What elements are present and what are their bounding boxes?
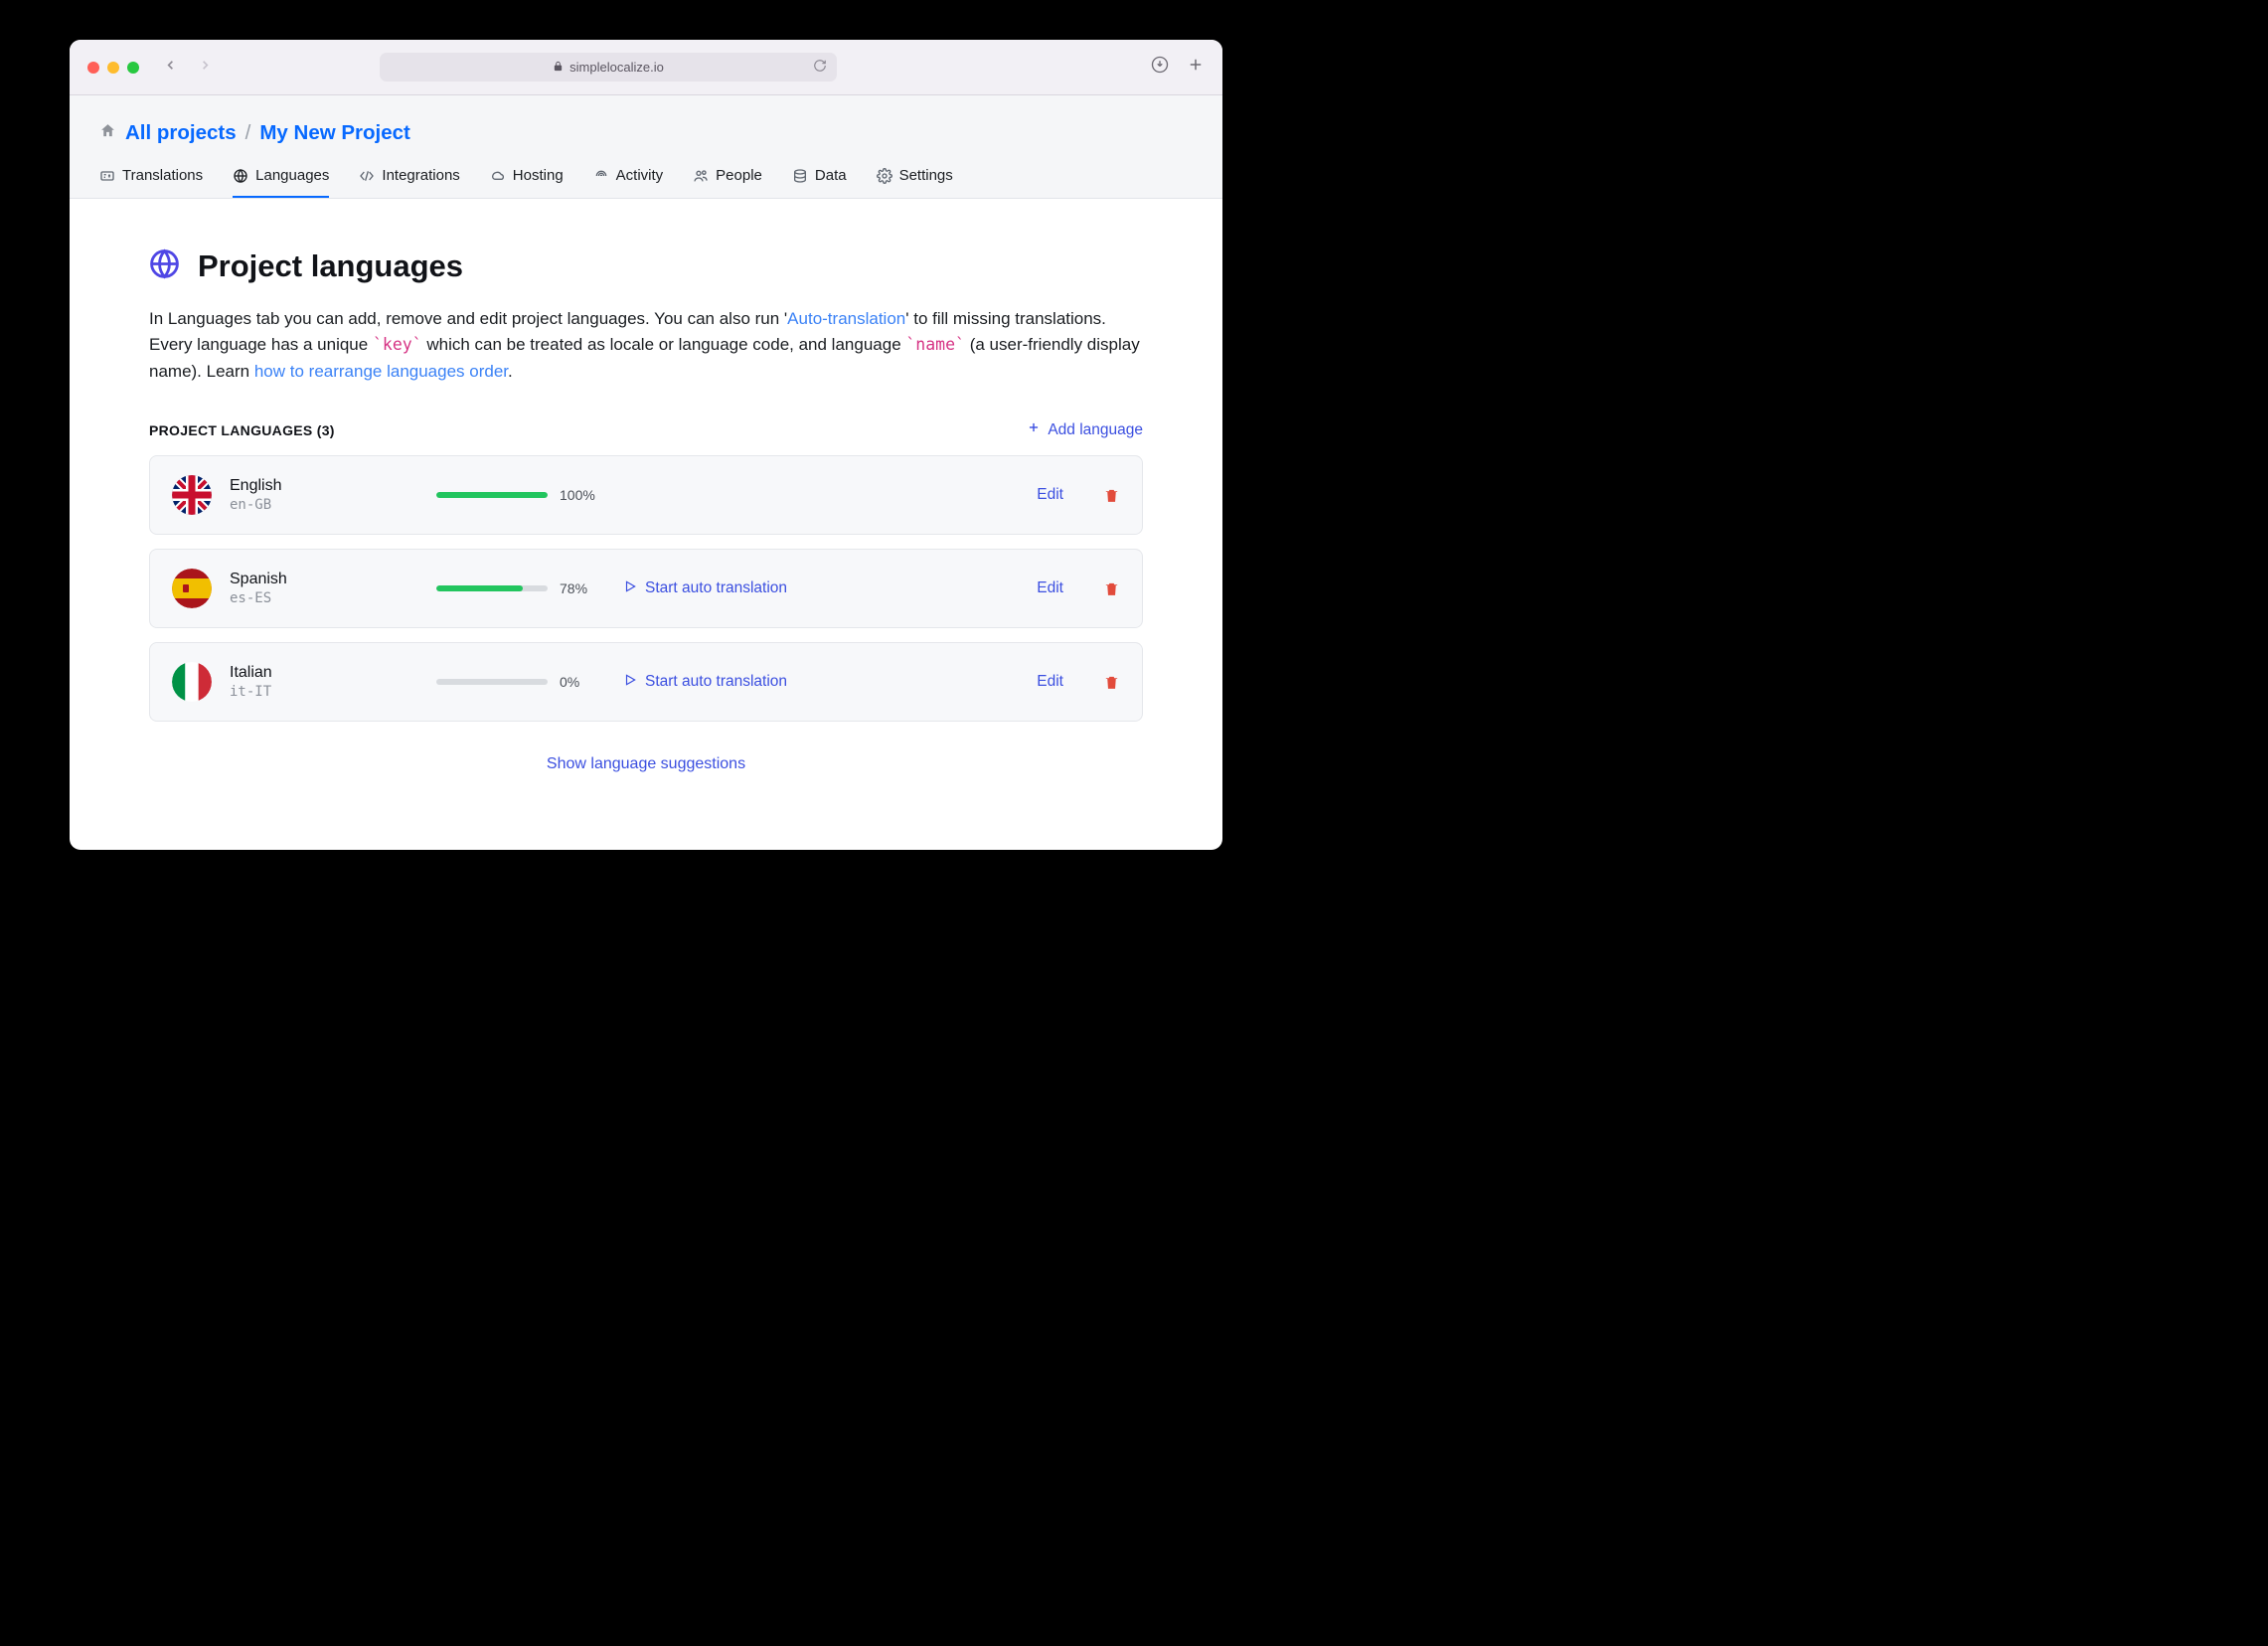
app-header: All projects / My New Project Translatio… xyxy=(70,95,1222,199)
tab-languages[interactable]: Languages xyxy=(233,167,329,198)
start-auto-translation-button[interactable]: Start auto translation xyxy=(623,673,787,692)
plus-icon xyxy=(1027,420,1041,439)
progress-bar xyxy=(436,679,548,685)
tab-label: Data xyxy=(815,167,847,184)
maximize-window-button[interactable] xyxy=(127,62,139,74)
play-icon xyxy=(623,673,637,692)
people-icon xyxy=(693,168,709,184)
tab-label: Translations xyxy=(122,167,203,184)
languages-icon xyxy=(233,168,248,184)
edit-button[interactable]: Edit xyxy=(1037,579,1063,597)
breadcrumb-all-projects[interactable]: All projects xyxy=(125,121,237,145)
globe-icon xyxy=(149,248,180,284)
progress-bar xyxy=(436,585,548,591)
edit-button[interactable]: Edit xyxy=(1037,673,1063,691)
show-suggestions-link[interactable]: Show language suggestions xyxy=(547,755,745,772)
translations-icon xyxy=(99,168,115,184)
close-window-button[interactable] xyxy=(87,62,99,74)
tab-integrations[interactable]: Integrations xyxy=(359,167,459,198)
progress-percent: 0% xyxy=(560,674,579,690)
language-key: es-ES xyxy=(230,590,418,606)
delete-button[interactable] xyxy=(1103,674,1120,691)
language-row: English en-GB 100% Edit xyxy=(149,455,1143,535)
tab-translations[interactable]: Translations xyxy=(99,167,203,198)
lock-icon xyxy=(553,61,564,75)
page-title: Project languages xyxy=(198,248,463,284)
url-bar[interactable]: simplelocalize.io xyxy=(380,53,837,82)
breadcrumb-current[interactable]: My New Project xyxy=(259,121,410,145)
progress-bar xyxy=(436,492,548,498)
tab-label: Settings xyxy=(899,167,953,184)
language-key: it-IT xyxy=(230,684,418,700)
reload-icon[interactable] xyxy=(813,59,827,76)
language-key: en-GB xyxy=(230,497,418,513)
app-window: simplelocalize.io All projects / My New … xyxy=(70,40,1222,850)
window-controls xyxy=(87,62,139,74)
play-icon xyxy=(623,579,637,598)
edit-button[interactable]: Edit xyxy=(1037,486,1063,504)
tab-data[interactable]: Data xyxy=(792,167,847,198)
hosting-icon xyxy=(490,168,506,184)
new-tab-icon[interactable] xyxy=(1187,56,1205,79)
progress-percent: 78% xyxy=(560,580,587,596)
downloads-icon[interactable] xyxy=(1151,56,1169,79)
language-row: Spanish es-ES 78% Start auto translation Edi… xyxy=(149,549,1143,628)
language-name: Italian xyxy=(230,664,418,682)
back-button[interactable] xyxy=(157,57,184,78)
activity-icon xyxy=(593,168,609,184)
forward-button[interactable] xyxy=(192,57,219,78)
browser-chrome: simplelocalize.io xyxy=(70,40,1222,95)
settings-icon xyxy=(877,168,892,184)
languages-count-label: PROJECT LANGUAGES (3) xyxy=(149,422,335,438)
tab-label: Languages xyxy=(255,167,329,184)
breadcrumb-separator: / xyxy=(245,121,251,145)
tab-people[interactable]: People xyxy=(693,167,762,198)
language-list: English en-GB 100% Edit Spanish es-ES 78% Start… xyxy=(149,455,1143,722)
content: Project languages In Languages tab you c… xyxy=(70,199,1222,803)
url-text: simplelocalize.io xyxy=(569,60,664,75)
tab-label: Activity xyxy=(616,167,664,184)
tab-activity[interactable]: Activity xyxy=(593,167,664,198)
breadcrumb: All projects / My New Project xyxy=(99,121,1193,145)
add-language-button[interactable]: Add language xyxy=(1027,420,1143,439)
tab-label: Integrations xyxy=(382,167,459,184)
flag-icon xyxy=(172,662,212,702)
page-description: In Languages tab you can add, remove and… xyxy=(149,306,1143,385)
auto-translation-link[interactable]: Auto-translation xyxy=(787,309,905,328)
start-auto-translation-button[interactable]: Start auto translation xyxy=(623,579,787,598)
integrations-icon xyxy=(359,168,375,184)
tab-bar: Translations Languages Integrations Hosting… xyxy=(99,167,1193,198)
delete-button[interactable] xyxy=(1103,487,1120,504)
tab-hosting[interactable]: Hosting xyxy=(490,167,564,198)
minimize-window-button[interactable] xyxy=(107,62,119,74)
language-name: Spanish xyxy=(230,571,418,588)
code-name: `name` xyxy=(905,335,965,354)
data-icon xyxy=(792,168,808,184)
home-icon[interactable] xyxy=(99,121,116,145)
rearrange-link[interactable]: how to rearrange languages order xyxy=(254,362,508,381)
delete-button[interactable] xyxy=(1103,580,1120,597)
progress-percent: 100% xyxy=(560,487,595,503)
code-key: `key` xyxy=(373,335,422,354)
language-row: Italian it-IT 0% Start auto translation Edit xyxy=(149,642,1143,722)
flag-icon xyxy=(172,475,212,515)
flag-icon xyxy=(172,569,212,608)
tab-label: People xyxy=(716,167,762,184)
tab-label: Hosting xyxy=(513,167,564,184)
language-name: English xyxy=(230,477,418,495)
tab-settings[interactable]: Settings xyxy=(877,167,953,198)
